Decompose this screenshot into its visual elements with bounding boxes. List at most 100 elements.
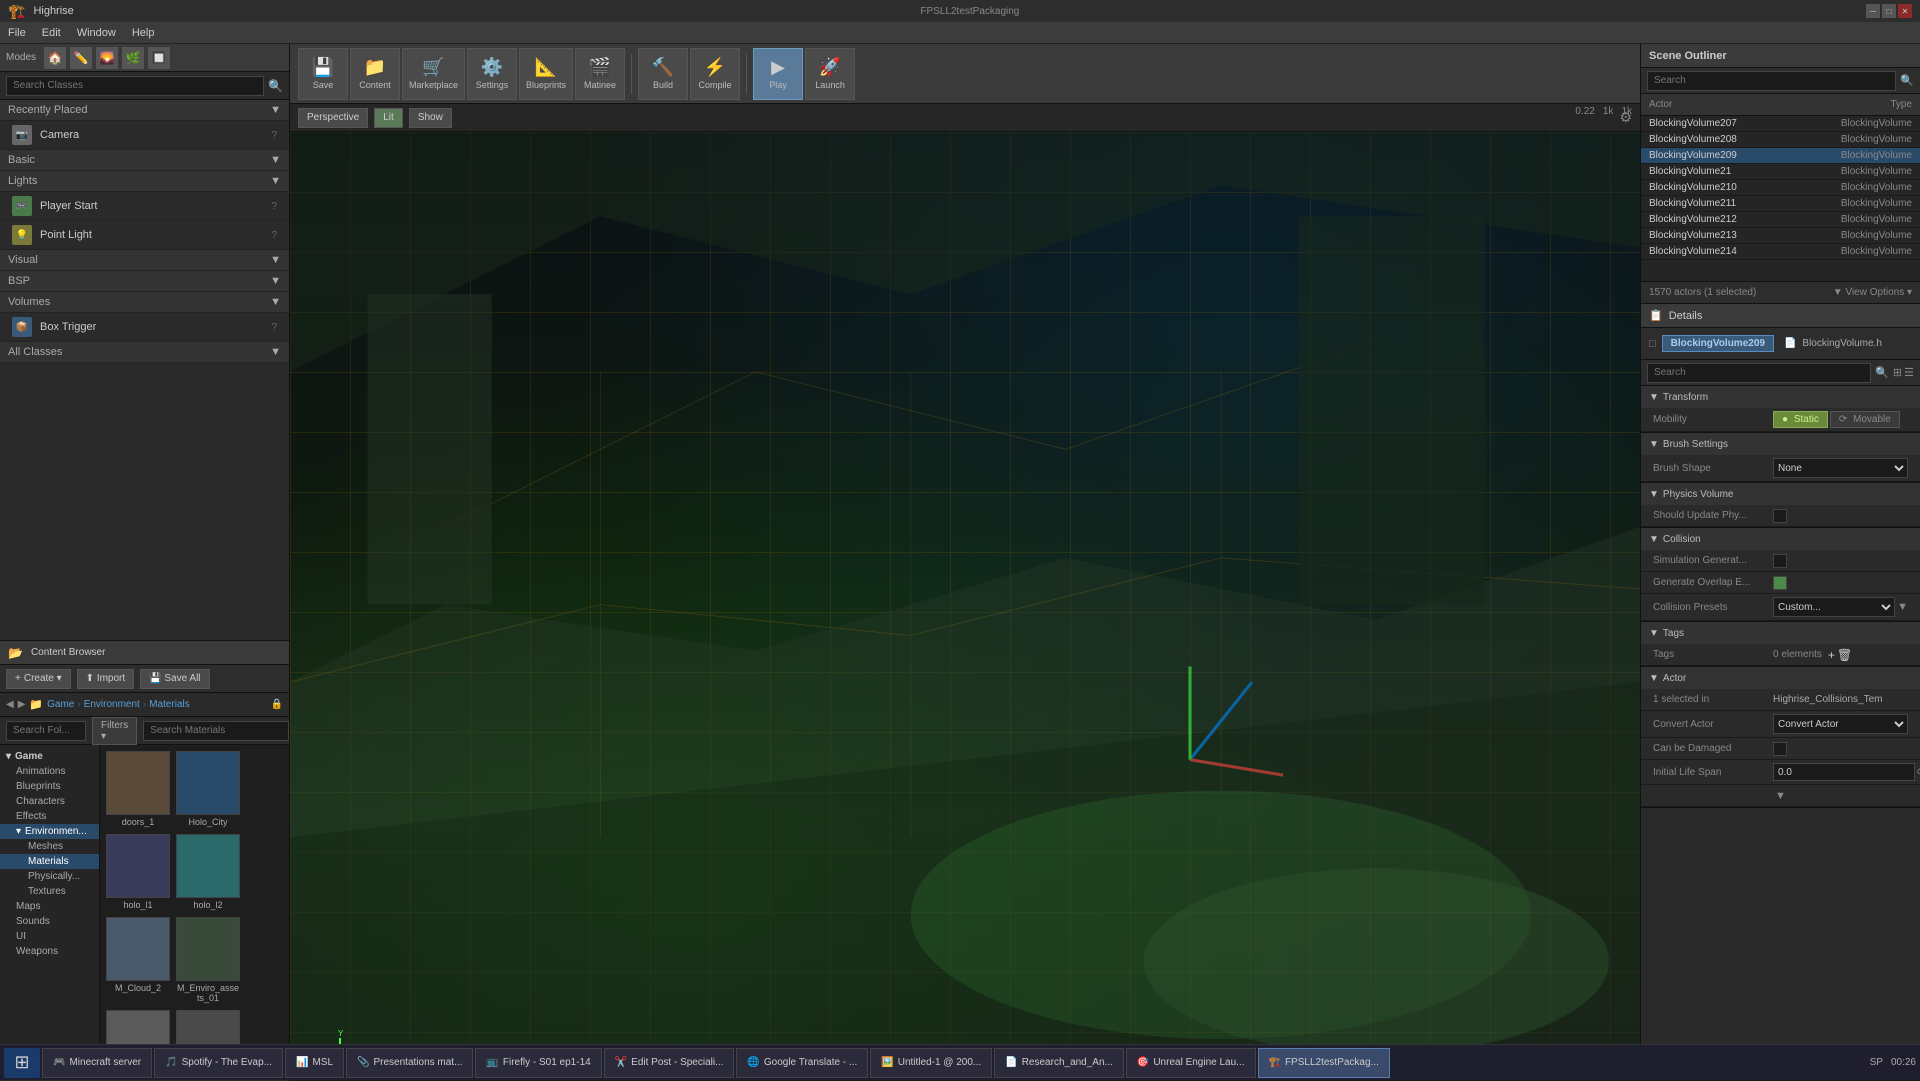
tree-item-sounds[interactable]: Sounds xyxy=(0,914,99,929)
lit-btn[interactable]: Lit xyxy=(374,108,403,128)
tree-item-ui[interactable]: UI xyxy=(0,929,99,944)
search-folders-input[interactable] xyxy=(6,721,86,741)
perspective-btn[interactable]: Perspective xyxy=(298,108,368,128)
create-btn[interactable]: + Create ▾ xyxy=(6,669,71,689)
tree-item-maps[interactable]: Maps xyxy=(0,899,99,914)
tags-add-btn[interactable]: + xyxy=(1828,648,1835,662)
tree-item-meshes[interactable]: Meshes xyxy=(0,839,99,854)
asset-holo-l2[interactable]: holo_l2 xyxy=(174,832,242,913)
search-materials-input[interactable] xyxy=(143,721,289,741)
tree-item-physically[interactable]: Physically... xyxy=(0,869,99,884)
search-classes-input[interactable] xyxy=(6,76,264,96)
save-all-btn[interactable]: 💾 Save All xyxy=(140,669,209,689)
breadcrumb-environment[interactable]: Environment xyxy=(84,699,140,710)
placement-item-point-light[interactable]: 💡 Point Light ? xyxy=(0,221,289,250)
tree-item-textures[interactable]: Textures xyxy=(0,884,99,899)
show-btn[interactable]: Show xyxy=(409,108,452,128)
play-tool-btn[interactable]: ▶ Play xyxy=(753,48,803,100)
build-tool-btn[interactable]: 🔨 Build xyxy=(638,48,688,100)
section-header-recently-placed[interactable]: Recently Placed ▼ xyxy=(0,100,289,121)
collision-presets-expand[interactable]: ▼ xyxy=(1897,601,1908,613)
matinee-tool-btn[interactable]: 🎬 Matinee xyxy=(575,48,625,100)
menu-window[interactable]: Window xyxy=(77,27,116,39)
tree-item-animations[interactable]: Animations xyxy=(0,764,99,779)
close-btn[interactable]: ✕ xyxy=(1898,4,1912,18)
nav-forward-btn[interactable]: ▶ xyxy=(18,699,26,710)
task-google[interactable]: 🌐 Google Translate - ... xyxy=(736,1048,868,1078)
task-presentations[interactable]: 📎 Presentations mat... xyxy=(346,1048,473,1078)
task-msl[interactable]: 📊 MSL xyxy=(285,1048,344,1078)
brush-shape-select[interactable]: None xyxy=(1773,458,1908,478)
so-item-211[interactable]: BlockingVolume211 BlockingVolume xyxy=(1641,196,1920,212)
so-item-21[interactable]: BlockingVolume21 BlockingVolume xyxy=(1641,164,1920,180)
breadcrumb-materials[interactable]: Materials xyxy=(149,699,190,710)
viewport[interactable]: Perspective Lit Show 0.22 1k 1k ⚙ xyxy=(290,104,1640,1080)
section-header-lights[interactable]: Lights ▼ xyxy=(0,171,289,192)
save-tool-btn[interactable]: 💾 Save xyxy=(298,48,348,100)
placement-item-box-trigger[interactable]: 📦 Box Trigger ? xyxy=(0,313,289,342)
dp-tags-header[interactable]: ▼ Tags xyxy=(1641,622,1920,644)
section-header-all-classes[interactable]: All Classes ▼ xyxy=(0,342,289,363)
marketplace-tool-btn[interactable]: 🛒 Marketplace xyxy=(402,48,465,100)
asset-m-enviro[interactable]: M_Enviro_assets_01 xyxy=(174,915,242,1007)
section-header-basic[interactable]: Basic ▼ xyxy=(0,150,289,171)
so-item-210[interactable]: BlockingVolume210 BlockingVolume xyxy=(1641,180,1920,196)
menu-file[interactable]: File xyxy=(8,27,26,39)
tree-item-game[interactable]: ▾ Game xyxy=(0,749,99,764)
task-fpsll2[interactable]: 🏗️ FPSLL2testPackag... xyxy=(1258,1048,1390,1078)
asset-doors-1[interactable]: doors_1 xyxy=(104,749,172,830)
asset-m-cloud-2[interactable]: M_Cloud_2 xyxy=(104,915,172,1007)
tree-item-environment[interactable]: ▾ Environmen... xyxy=(0,824,99,839)
placement-item-camera[interactable]: 📷 Camera ? xyxy=(0,121,289,150)
settings-tool-btn[interactable]: ⚙️ Settings xyxy=(467,48,517,100)
task-research[interactable]: 📄 Research_and_An... xyxy=(994,1048,1124,1078)
section-header-bsp[interactable]: BSP ▼ xyxy=(0,271,289,292)
start-btn[interactable]: ⊞ xyxy=(4,1048,40,1078)
import-btn[interactable]: ⬆ Import xyxy=(77,669,135,689)
movable-btn[interactable]: ⟳ Movable xyxy=(1830,411,1900,428)
content-tool-btn[interactable]: 📁 Content xyxy=(350,48,400,100)
section-header-visual[interactable]: Visual ▼ xyxy=(0,250,289,271)
tree-item-characters[interactable]: Characters xyxy=(0,794,99,809)
tags-remove-btn[interactable]: 🗑 xyxy=(1837,648,1852,662)
convert-actor-select[interactable]: Convert Actor xyxy=(1773,714,1908,734)
blueprints-tool-btn[interactable]: 📐 Blueprints xyxy=(519,48,573,100)
filters-btn[interactable]: Filters ▾ xyxy=(92,717,137,745)
task-unreal-launch[interactable]: 🎯 Unreal Engine Lau... xyxy=(1126,1048,1256,1078)
tree-item-blueprints[interactable]: Blueprints xyxy=(0,779,99,794)
dp-search-input[interactable] xyxy=(1647,363,1871,383)
dp-physics-header[interactable]: ▼ Physics Volume xyxy=(1641,483,1920,505)
placement-item-player-start[interactable]: 🎮 Player Start ? xyxy=(0,192,289,221)
dp-actor-section-header[interactable]: ▼ Actor xyxy=(1641,667,1920,689)
maximize-btn[interactable]: □ xyxy=(1882,4,1896,18)
nav-back-btn[interactable]: ◀ xyxy=(6,699,14,710)
dp-grid-view-icon[interactable]: ⊞ xyxy=(1893,366,1902,379)
menu-help[interactable]: Help xyxy=(132,27,155,39)
tree-item-weapons[interactable]: Weapons xyxy=(0,944,99,959)
static-btn[interactable]: ● Static xyxy=(1773,411,1828,428)
so-item-214[interactable]: BlockingVolume214 BlockingVolume xyxy=(1641,244,1920,260)
menu-edit[interactable]: Edit xyxy=(42,27,61,39)
tree-item-effects[interactable]: Effects xyxy=(0,809,99,824)
collision-presets-select[interactable]: Custom... xyxy=(1773,597,1895,617)
cb-tab-label[interactable]: Content Browser xyxy=(31,647,105,658)
mode-btn-landscape[interactable]: 🌄 xyxy=(96,47,118,69)
task-edit-post[interactable]: ✂️ Edit Post - Speciali... xyxy=(604,1048,735,1078)
so-item-207[interactable]: BlockingVolume207 BlockingVolume xyxy=(1641,116,1920,132)
compile-tool-btn[interactable]: ⚡ Compile xyxy=(690,48,740,100)
sim-gen-checkbox[interactable] xyxy=(1773,554,1787,568)
physics-update-checkbox[interactable] xyxy=(1773,509,1787,523)
mode-btn-paint[interactable]: ✏️ xyxy=(70,47,92,69)
launch-tool-btn[interactable]: 🚀 Launch xyxy=(805,48,855,100)
life-span-input[interactable] xyxy=(1773,763,1915,781)
so-item-212[interactable]: BlockingVolume212 BlockingVolume xyxy=(1641,212,1920,228)
dp-transform-header[interactable]: ▼ Transform xyxy=(1641,386,1920,408)
gen-overlap-checkbox[interactable] xyxy=(1773,576,1787,590)
can-be-damaged-checkbox[interactable] xyxy=(1773,742,1787,756)
dp-list-view-icon[interactable]: ☰ xyxy=(1904,366,1914,379)
so-item-213[interactable]: BlockingVolume213 BlockingVolume xyxy=(1641,228,1920,244)
breadcrumb-game[interactable]: Game xyxy=(47,699,74,710)
cb-lock-btn[interactable]: 🔒 xyxy=(271,699,283,710)
view-options-btn-so[interactable]: ▼ View Options ▾ xyxy=(1833,287,1912,298)
tree-item-materials[interactable]: Materials xyxy=(0,854,99,869)
